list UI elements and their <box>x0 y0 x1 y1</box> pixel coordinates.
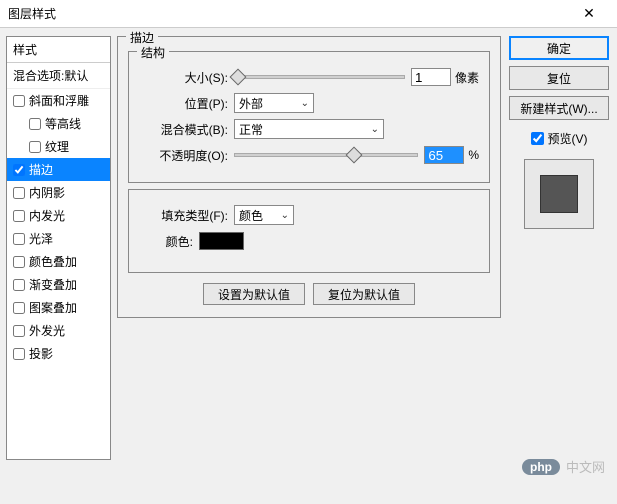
position-row: 位置(P): 外部 ⌄ <box>139 92 479 114</box>
size-row: 大小(S): 像素 <box>139 66 479 88</box>
style-item-9[interactable]: 图案叠加 <box>7 296 110 319</box>
style-label: 描边 <box>29 161 53 178</box>
size-input[interactable] <box>411 68 451 86</box>
style-checkbox[interactable] <box>29 141 41 153</box>
style-item-7[interactable]: 颜色叠加 <box>7 250 110 273</box>
styles-list: 样式 混合选项:默认 斜面和浮雕等高线纹理描边内阴影内发光光泽颜色叠加渐变叠加图… <box>6 36 111 460</box>
style-checkbox[interactable] <box>13 302 25 314</box>
fill-type-value: 颜色 <box>239 207 263 224</box>
style-label: 斜面和浮雕 <box>29 92 89 109</box>
chevron-down-icon: ⌄ <box>281 210 289 221</box>
style-item-1[interactable]: 等高线 <box>7 112 110 135</box>
style-item-2[interactable]: 纹理 <box>7 135 110 158</box>
blend-mode-label: 混合模式(B): <box>139 121 234 138</box>
opacity-unit: % <box>468 148 479 162</box>
position-select[interactable]: 外部 ⌄ <box>234 93 314 113</box>
style-label: 投影 <box>29 345 53 362</box>
style-checkbox[interactable] <box>13 187 25 199</box>
close-button[interactable]: ✕ <box>569 0 609 28</box>
style-label: 光泽 <box>29 230 53 247</box>
color-label: 颜色: <box>139 233 199 250</box>
right-panel: 确定 复位 新建样式(W)... 预览(V) <box>507 36 611 460</box>
style-checkbox[interactable] <box>13 95 25 107</box>
preview-checkbox-row[interactable]: 预览(V) <box>531 130 588 147</box>
style-label: 内阴影 <box>29 184 65 201</box>
style-label: 纹理 <box>45 138 69 155</box>
preview-checkbox[interactable] <box>531 132 544 145</box>
make-default-button[interactable]: 设置为默认值 <box>203 283 305 305</box>
watermark: php 中文网 <box>522 457 605 476</box>
blending-options-row[interactable]: 混合选项:默认 <box>7 63 110 89</box>
fill-group: 填充类型(F): 颜色 ⌄ 颜色: <box>128 189 490 273</box>
reset-row: 设置为默认值 复位为默认值 <box>128 283 490 305</box>
style-checkbox[interactable] <box>13 256 25 268</box>
stroke-fieldset: 描边 结构 大小(S): 像素 位置(P): 外部 ⌄ <box>117 36 501 318</box>
styles-header: 样式 <box>7 37 110 63</box>
structure-legend: 结构 <box>137 44 169 61</box>
style-item-10[interactable]: 外发光 <box>7 319 110 342</box>
color-swatch[interactable] <box>199 232 244 250</box>
reset-button[interactable]: 复位 <box>509 66 609 90</box>
blend-mode-select[interactable]: 正常 ⌄ <box>234 119 384 139</box>
size-slider[interactable] <box>234 75 405 79</box>
fill-type-select[interactable]: 颜色 ⌄ <box>234 205 294 225</box>
style-item-3[interactable]: 描边 <box>7 158 110 181</box>
style-checkbox[interactable] <box>13 164 25 176</box>
position-value: 外部 <box>239 95 263 112</box>
preview-swatch <box>540 175 578 213</box>
watermark-text: 中文网 <box>566 457 605 476</box>
chevron-down-icon: ⌄ <box>301 98 309 109</box>
watermark-pill: php <box>522 459 560 475</box>
style-item-4[interactable]: 内阴影 <box>7 181 110 204</box>
blending-options-label: 混合选项:默认 <box>13 67 88 84</box>
style-checkbox[interactable] <box>13 210 25 222</box>
opacity-slider-thumb[interactable] <box>345 147 362 164</box>
style-label: 内发光 <box>29 207 65 224</box>
style-label: 外发光 <box>29 322 65 339</box>
preview-box <box>524 159 594 229</box>
position-label: 位置(P): <box>139 95 234 112</box>
ok-button[interactable]: 确定 <box>509 36 609 60</box>
size-unit: 像素 <box>455 69 479 86</box>
blend-mode-row: 混合模式(B): 正常 ⌄ <box>139 118 479 140</box>
color-row: 颜色: <box>139 230 479 252</box>
blend-mode-value: 正常 <box>239 121 263 138</box>
style-checkbox[interactable] <box>13 279 25 291</box>
opacity-input[interactable] <box>424 146 464 164</box>
new-style-button[interactable]: 新建样式(W)... <box>509 96 609 120</box>
fill-type-row: 填充类型(F): 颜色 ⌄ <box>139 204 479 226</box>
style-label: 图案叠加 <box>29 299 77 316</box>
style-label: 等高线 <box>45 115 81 132</box>
style-item-6[interactable]: 光泽 <box>7 227 110 250</box>
fill-type-label: 填充类型(F): <box>139 207 234 224</box>
style-label: 颜色叠加 <box>29 253 77 270</box>
style-item-0[interactable]: 斜面和浮雕 <box>7 89 110 112</box>
style-checkbox[interactable] <box>29 118 41 130</box>
style-checkbox[interactable] <box>13 325 25 337</box>
opacity-slider[interactable] <box>234 153 418 157</box>
chevron-down-icon: ⌄ <box>371 124 379 135</box>
structure-group: 结构 大小(S): 像素 位置(P): 外部 ⌄ <box>128 51 490 183</box>
close-icon: ✕ <box>583 5 595 22</box>
size-label: 大小(S): <box>139 69 234 86</box>
opacity-row: 不透明度(O): % <box>139 144 479 166</box>
style-item-11[interactable]: 投影 <box>7 342 110 365</box>
style-item-8[interactable]: 渐变叠加 <box>7 273 110 296</box>
dialog-body: 样式 混合选项:默认 斜面和浮雕等高线纹理描边内阴影内发光光泽颜色叠加渐变叠加图… <box>0 28 617 468</box>
style-label: 渐变叠加 <box>29 276 77 293</box>
window-title: 图层样式 <box>8 5 569 22</box>
opacity-label: 不透明度(O): <box>139 147 234 164</box>
style-checkbox[interactable] <box>13 348 25 360</box>
settings-panel: 描边 结构 大小(S): 像素 位置(P): 外部 ⌄ <box>117 36 501 460</box>
style-checkbox[interactable] <box>13 233 25 245</box>
titlebar: 图层样式 ✕ <box>0 0 617 28</box>
preview-label: 预览(V) <box>548 130 588 147</box>
style-item-5[interactable]: 内发光 <box>7 204 110 227</box>
reset-default-button[interactable]: 复位为默认值 <box>313 283 415 305</box>
